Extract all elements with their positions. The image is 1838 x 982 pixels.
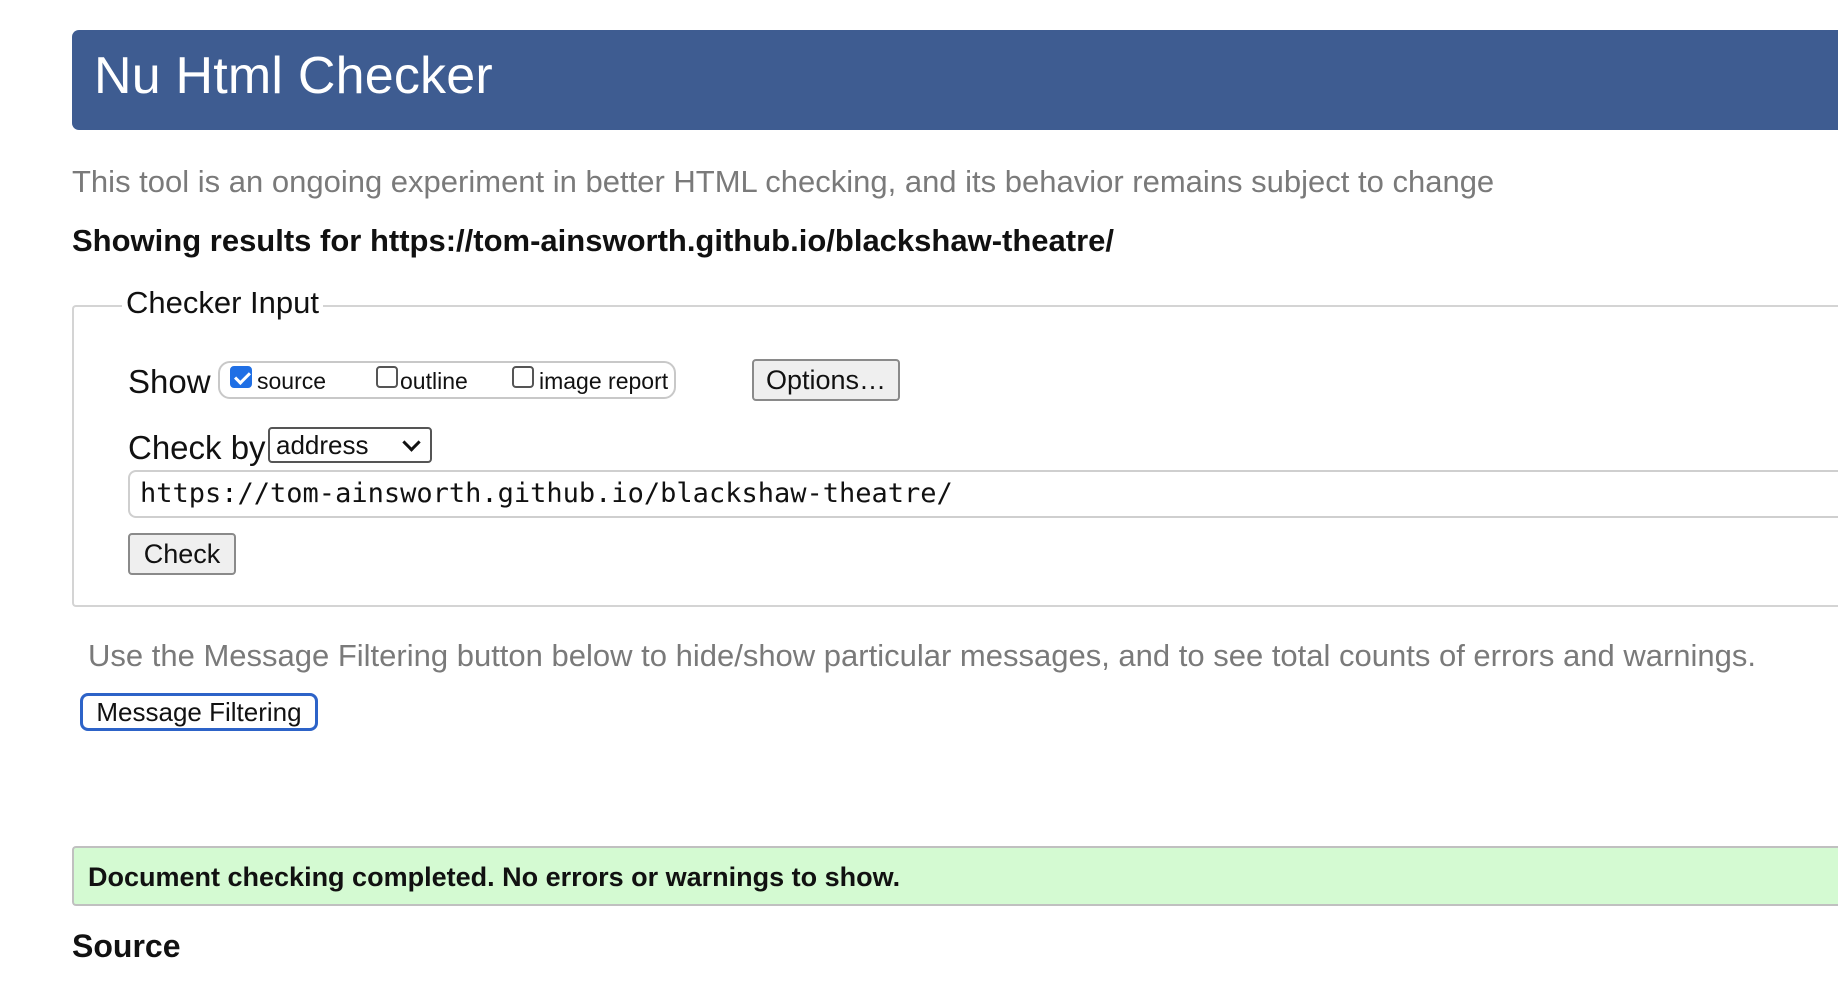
show-outline-option[interactable]: outline (376, 363, 468, 399)
message-filtering-button[interactable]: Message Filtering (80, 693, 318, 731)
results-heading: Showing results for https://tom-ainswort… (72, 223, 1114, 258)
check-button[interactable]: Check (128, 533, 236, 575)
show-label: Show (128, 363, 211, 400)
show-source-option[interactable]: source (230, 363, 326, 399)
checker-input-fieldset: Checker Input Show source outline image … (72, 285, 1838, 607)
url-input[interactable]: https://tom-ainsworth.github.io/blacksha… (128, 470, 1838, 518)
success-message: Document checking completed. No errors o… (88, 862, 901, 892)
success-message-box: Document checking completed. No errors o… (72, 846, 1838, 906)
checker-page: Nu Html Checker This tool is an ongoing … (0, 0, 1838, 982)
source-checkbox[interactable] (230, 366, 252, 388)
image-report-checkbox[interactable] (512, 366, 534, 388)
check-by-select[interactable]: address (268, 427, 432, 463)
header-banner: Nu Html Checker (72, 30, 1838, 130)
chevron-down-icon (402, 433, 421, 452)
check-by-label: Check by (128, 429, 266, 466)
page-title: Nu Html Checker (94, 47, 493, 105)
message-filtering-hint: Use the Message Filtering button below t… (88, 638, 1757, 673)
tagline: This tool is an ongoing experiment in be… (72, 164, 1495, 199)
image-report-checkbox-label: image report (539, 367, 669, 394)
source-heading: Source (72, 928, 181, 964)
options-button[interactable]: Options… (752, 359, 900, 401)
check-by-select-value: address (276, 429, 369, 460)
show-image-report-option[interactable]: image report (512, 363, 668, 399)
outline-checkbox[interactable] (376, 366, 398, 388)
outline-checkbox-label: outline (400, 367, 468, 394)
source-checkbox-label: source (257, 367, 327, 394)
checker-input-legend: Checker Input (122, 285, 323, 321)
show-options-group: source outline image report (218, 361, 676, 399)
